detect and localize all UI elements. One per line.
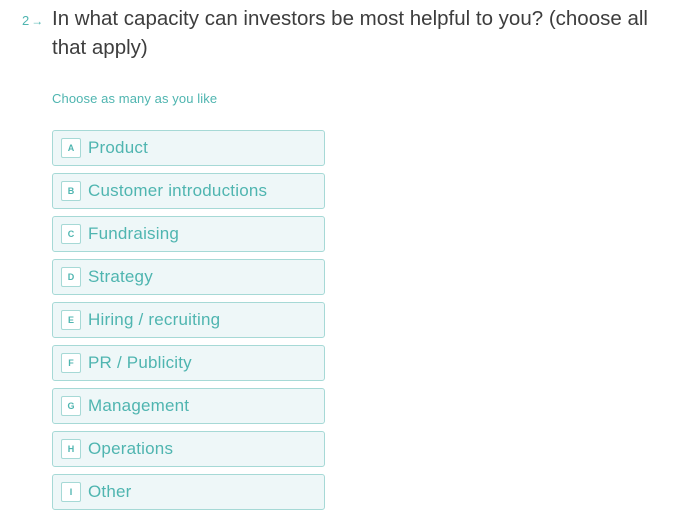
right-arrow-icon: → — [31, 13, 44, 28]
choice-key-badge: G — [61, 396, 81, 416]
question-title: In what capacity can investors be most h… — [52, 7, 648, 59]
choice-key-badge: I — [61, 482, 81, 502]
choice-label: Fundraising — [88, 224, 180, 243]
choice-key-badge: A — [61, 138, 81, 158]
choice-key-badge: D — [61, 267, 81, 287]
choice-key-badge: C — [61, 224, 81, 244]
choice-pr-publicity[interactable]: F PR / Publicity — [52, 345, 325, 381]
choice-management[interactable]: G Management — [52, 388, 325, 424]
choice-key-badge: F — [61, 353, 81, 373]
choice-label: Other — [88, 482, 132, 501]
choice-label: Customer introductions — [88, 181, 268, 200]
question-hint: Choose as many as you like — [52, 91, 218, 106]
choice-product[interactable]: A Product — [52, 130, 325, 166]
question-number-text: 2 — [22, 13, 30, 28]
choice-label: Management — [88, 396, 190, 415]
question-number: 2 → — [22, 13, 43, 28]
choice-list: A Product B Customer introductions C Fun… — [52, 130, 325, 510]
choice-label: Hiring / recruiting — [88, 310, 221, 329]
choice-hiring-recruiting[interactable]: E Hiring / recruiting — [52, 302, 325, 338]
choice-other[interactable]: I Other — [52, 474, 325, 510]
choice-label: PR / Publicity — [88, 353, 192, 372]
choice-strategy[interactable]: D Strategy — [52, 259, 325, 295]
choice-label: Product — [88, 138, 148, 157]
choice-key-badge: E — [61, 310, 81, 330]
choice-key-badge: B — [61, 181, 81, 201]
choice-customer-introductions[interactable]: B Customer introductions — [52, 173, 325, 209]
choice-label: Operations — [88, 439, 174, 458]
choice-label: Strategy — [88, 267, 153, 286]
choice-key-badge: H — [61, 439, 81, 459]
choice-operations[interactable]: H Operations — [52, 431, 325, 467]
choice-fundraising[interactable]: C Fundraising — [52, 216, 325, 252]
